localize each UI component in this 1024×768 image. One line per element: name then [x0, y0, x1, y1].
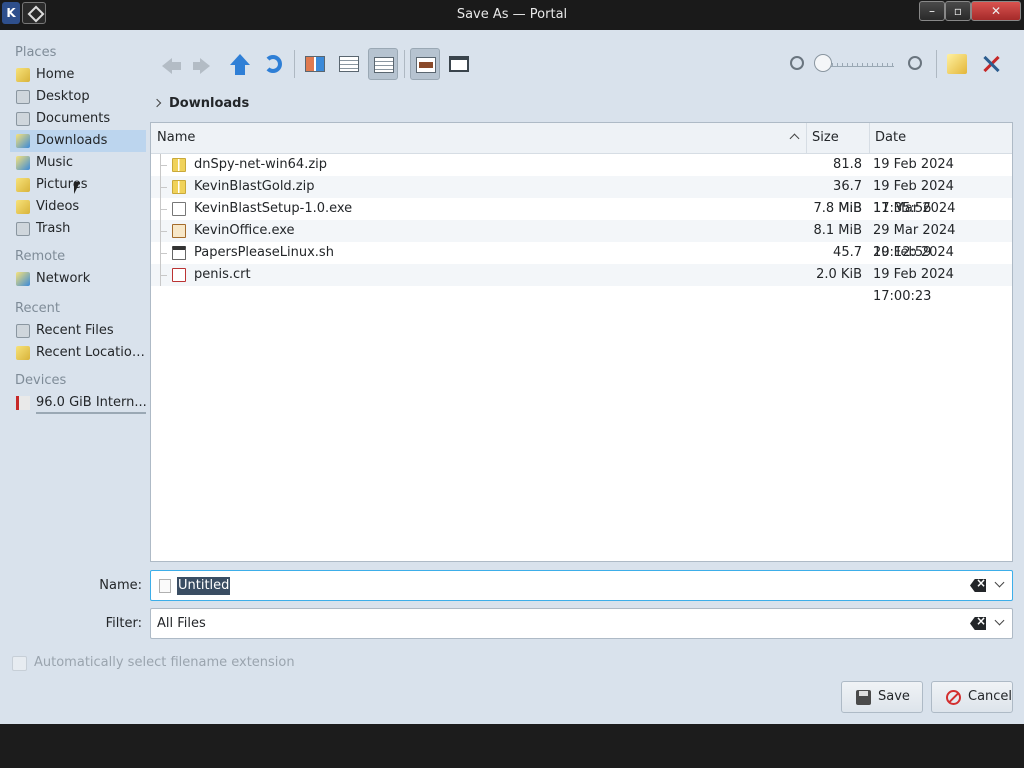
chevron-down-icon[interactable]	[994, 577, 1005, 588]
options-button[interactable]	[976, 48, 1006, 80]
title-bar: K Save As — Portal – ▫ ✕	[0, 0, 1024, 30]
network-icon	[16, 272, 30, 286]
clear-text-icon[interactable]	[970, 617, 986, 630]
reload-button[interactable]	[258, 48, 288, 80]
filter-input[interactable]: All Files	[157, 615, 206, 633]
preview-toggle-button[interactable]	[410, 48, 440, 80]
place-desktop[interactable]: Desktop	[10, 86, 146, 108]
new-folder-icon	[947, 54, 967, 74]
column-header-size[interactable]: Size	[807, 123, 870, 153]
clear-text-icon[interactable]	[970, 579, 986, 592]
drive-icon	[16, 396, 30, 410]
toolbar-separator	[404, 50, 405, 78]
chevron-down-icon[interactable]	[994, 615, 1005, 626]
file-row[interactable]: PapersPleaseLinux.sh 45.7 MiB 19 Feb 202…	[151, 242, 1012, 282]
places-sidebar: Places Home Desktop Documents Downloads …	[10, 42, 146, 414]
toolbar-separator	[936, 50, 937, 78]
downloads-folder-icon	[16, 134, 30, 148]
zoom-out-icon[interactable]	[790, 56, 804, 70]
pictures-folder-icon	[16, 178, 30, 192]
zip-icon	[172, 158, 186, 172]
new-folder-button[interactable]	[942, 48, 972, 80]
filename-combobox[interactable]: Untitled	[150, 570, 1013, 601]
breadcrumb-current[interactable]: Downloads	[169, 96, 249, 111]
panel-toggle-button[interactable]	[444, 48, 474, 80]
zoom-in-icon[interactable]	[908, 56, 922, 70]
place-videos[interactable]: Videos	[10, 196, 146, 218]
filter-label: Filter:	[105, 616, 142, 631]
breadcrumb[interactable]: Downloads	[152, 94, 249, 114]
file-row[interactable]: KevinBlastSetup-1.0.exe 7.8 MiB 11 Mar 2…	[151, 198, 1012, 238]
exe-icon	[172, 224, 186, 238]
chevron-right-icon	[152, 98, 162, 108]
zip-icon	[172, 180, 186, 194]
place-downloads[interactable]: Downloads	[10, 130, 146, 152]
certificate-icon	[172, 268, 186, 282]
place-home[interactable]: Home	[10, 64, 146, 86]
compact-view-button[interactable]	[334, 48, 364, 80]
recent-locations-icon	[16, 346, 30, 360]
place-internal-drive[interactable]: 96.0 GiB Intern...	[10, 392, 146, 414]
mouse-cursor-icon	[74, 182, 80, 194]
desktop-icon	[16, 90, 30, 104]
cancel-icon	[946, 690, 961, 705]
close-button[interactable]: ✕	[971, 1, 1021, 21]
panel-icon	[449, 56, 469, 72]
icon-view-button[interactable]	[300, 48, 330, 80]
preview-icon	[416, 57, 436, 73]
script-icon	[172, 246, 186, 260]
icons-view-icon	[305, 56, 325, 72]
column-header-date[interactable]: Date	[870, 123, 1012, 153]
cancel-button[interactable]: Cancel	[931, 681, 1013, 713]
exe-icon	[172, 202, 186, 216]
toolbar-separator	[294, 50, 295, 78]
auto-extension-label: Automatically select filename extension	[34, 655, 295, 670]
place-recent-locations[interactable]: Recent Locations	[10, 342, 146, 364]
recent-files-icon	[16, 324, 30, 338]
zoom-slider[interactable]	[822, 63, 894, 67]
compact-view-icon	[339, 56, 359, 72]
refresh-icon	[264, 55, 282, 73]
filename-input[interactable]: Untitled	[177, 577, 231, 595]
file-row[interactable]: dnSpy-net-win64.zip 81.8 MiB 19 Feb 2024…	[151, 154, 1012, 194]
filter-combobox[interactable]: All Files	[150, 608, 1013, 639]
toolbar	[156, 48, 1016, 82]
file-row[interactable]: penis.crt 2.0 KiB 19 Feb 2024 17:00:23	[151, 264, 1012, 304]
name-label: Name:	[99, 578, 142, 593]
parent-folder-button[interactable]	[224, 48, 254, 80]
place-recent-files[interactable]: Recent Files	[10, 320, 146, 342]
section-remote: Remote	[15, 249, 66, 264]
section-places: Places	[15, 45, 57, 60]
auto-extension-checkbox[interactable]	[12, 656, 27, 671]
save-button[interactable]: Save	[841, 681, 923, 713]
maximize-button[interactable]: ▫	[945, 1, 971, 21]
place-music[interactable]: Music	[10, 152, 146, 174]
place-network[interactable]: Network	[10, 268, 146, 290]
documents-folder-icon	[16, 112, 30, 126]
place-documents[interactable]: Documents	[10, 108, 146, 130]
place-trash[interactable]: Trash	[10, 218, 146, 240]
trash-icon	[16, 222, 30, 236]
window-title: Save As — Portal	[456, 7, 568, 22]
videos-folder-icon	[16, 200, 30, 214]
section-devices: Devices	[15, 373, 67, 388]
file-list-header: Name Size Date	[151, 123, 1012, 154]
back-button[interactable]	[156, 48, 186, 80]
minimize-button[interactable]: –	[919, 1, 945, 21]
column-header-name[interactable]: Name	[151, 123, 807, 153]
tools-icon	[982, 54, 1000, 72]
details-view-icon	[374, 57, 394, 73]
file-row[interactable]: KevinBlastGold.zip 36.7 MiB 19 Feb 2024 …	[151, 176, 1012, 216]
document-icon	[159, 579, 171, 593]
forward-button[interactable]	[188, 48, 218, 80]
section-recent: Recent	[15, 301, 60, 316]
home-folder-icon	[16, 68, 30, 82]
file-row[interactable]: KevinOffice.exe 8.1 MiB 29 Mar 2024 20:1…	[151, 220, 1012, 260]
file-list[interactable]: Name Size Date dnSpy-net-win64.zip 81.8 …	[150, 122, 1013, 562]
save-icon	[856, 690, 871, 705]
save-as-dialog: Places Home Desktop Documents Downloads …	[0, 30, 1024, 724]
detailed-view-button[interactable]	[368, 48, 398, 80]
zoom-slider-handle[interactable]	[814, 54, 832, 72]
music-folder-icon	[16, 156, 30, 170]
